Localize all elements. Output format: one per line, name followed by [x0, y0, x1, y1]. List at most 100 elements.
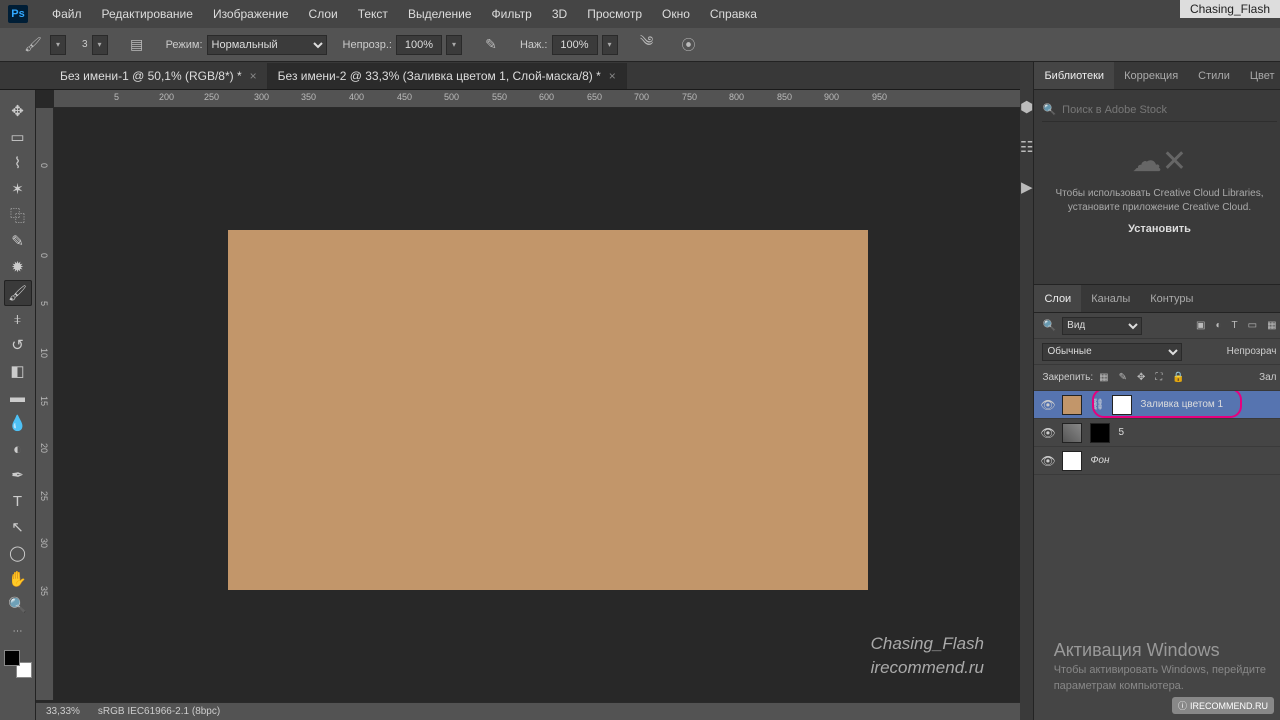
tab-color[interactable]: Цвет: [1240, 62, 1280, 89]
pressure-size-icon[interactable]: ⦿: [676, 32, 702, 58]
layer-mask-thumbnail[interactable]: [1112, 395, 1132, 415]
menu-select[interactable]: Выделение: [398, 7, 482, 21]
brush-picker-dropdown[interactable]: ▾: [92, 35, 108, 55]
filter-shape-icon[interactable]: ▭: [1248, 320, 1257, 331]
lasso-tool[interactable]: ⌇: [4, 150, 32, 176]
search-icon: 🔍: [1042, 103, 1056, 116]
pressure-opacity-icon[interactable]: ✎: [478, 32, 504, 58]
tab-adjustments[interactable]: Коррекция: [1114, 62, 1188, 89]
layer-mask-thumbnail[interactable]: [1090, 423, 1110, 443]
menu-help[interactable]: Справка: [700, 7, 767, 21]
flow-value[interactable]: 100%: [552, 35, 598, 55]
close-icon[interactable]: ×: [250, 69, 257, 83]
lock-pixels-icon[interactable]: ✎: [1119, 372, 1127, 383]
activation-line1: Чтобы активировать Windows, перейдите: [1054, 663, 1266, 678]
document-canvas[interactable]: [228, 230, 868, 590]
type-tool[interactable]: T: [4, 488, 32, 514]
search-icon[interactable]: 🔍: [1042, 319, 1056, 332]
libraries-msg1: Чтобы использовать Creative Cloud Librar…: [1056, 187, 1264, 201]
lock-position-icon[interactable]: ✥: [1137, 372, 1145, 383]
filter-type-icon[interactable]: T: [1232, 320, 1238, 331]
fg-color[interactable]: [4, 650, 20, 666]
brush-panel-icon[interactable]: ▤: [124, 32, 150, 58]
layer-name[interactable]: 5: [1118, 427, 1124, 438]
play-icon[interactable]: ▶: [1021, 178, 1033, 196]
airbrush-icon[interactable]: ༄: [634, 32, 660, 58]
blur-tool[interactable]: 💧: [4, 410, 32, 436]
zoom-tool[interactable]: 🔍: [4, 592, 32, 618]
healing-tool[interactable]: ✹: [4, 254, 32, 280]
watermark: Chasing_Flashirecommend.ru: [871, 632, 984, 680]
marquee-tool[interactable]: ▭: [4, 124, 32, 150]
tab-channels[interactable]: Каналы: [1081, 285, 1140, 312]
flow-label: Наж.:: [520, 39, 548, 51]
layer-name[interactable]: Заливка цветом 1: [1140, 399, 1223, 410]
install-link[interactable]: Установить: [1128, 223, 1191, 235]
windows-activation-overlay: Активация Windows Чтобы активировать Win…: [1054, 638, 1266, 694]
stock-search[interactable]: 🔍 Поиск в Adobe Stock: [1042, 98, 1276, 122]
canvas-area[interactable]: 5200 250300 350400 450500 550600 650700 …: [36, 90, 1020, 720]
zoom-level[interactable]: 33,33%: [46, 706, 80, 717]
cube-3d-icon[interactable]: ⬢: [1020, 98, 1033, 116]
quick-select-tool[interactable]: ✶: [4, 176, 32, 202]
brush-size-value[interactable]: 3: [82, 39, 88, 50]
tab-libraries[interactable]: Библиотеки: [1034, 62, 1114, 89]
layer-thumbnail[interactable]: [1062, 395, 1082, 415]
tool-preset-dropdown[interactable]: ▾: [50, 35, 66, 55]
tab-styles[interactable]: Стили: [1188, 62, 1240, 89]
history-brush-tool[interactable]: ↺: [4, 332, 32, 358]
edit-toolbar[interactable]: ⋯: [4, 618, 32, 644]
filter-smart-icon[interactable]: ▦: [1267, 320, 1276, 331]
pen-tool[interactable]: ✒: [4, 462, 32, 488]
menu-image[interactable]: Изображение: [203, 7, 299, 21]
dodge-tool[interactable]: ◐: [4, 436, 32, 462]
doc-tab-1[interactable]: Без имени-1 @ 50,1% (RGB/8*) * ×: [50, 63, 268, 89]
path-select-tool[interactable]: ↖: [4, 514, 32, 540]
menu-window[interactable]: Окно: [652, 7, 700, 21]
menu-3d[interactable]: 3D: [542, 7, 577, 21]
eraser-tool[interactable]: ◧: [4, 358, 32, 384]
opacity-value[interactable]: 100%: [396, 35, 442, 55]
layer-thumbnail[interactable]: [1062, 451, 1082, 471]
tab-paths[interactable]: Контуры: [1140, 285, 1203, 312]
eyedropper-tool[interactable]: ✎: [4, 228, 32, 254]
lock-all-icon[interactable]: 🔒: [1172, 372, 1184, 383]
stamp-tool[interactable]: ⧧: [4, 306, 32, 332]
menu-file[interactable]: Файл: [42, 7, 92, 21]
layer-row[interactable]: 👁 5: [1034, 419, 1280, 447]
lock-transparency-icon[interactable]: ▦: [1099, 372, 1108, 383]
layer-thumbnail[interactable]: [1062, 423, 1082, 443]
shape-tool[interactable]: ◯: [4, 540, 32, 566]
filter-adjust-icon[interactable]: ◐: [1215, 320, 1221, 331]
menu-layer[interactable]: Слои: [299, 7, 348, 21]
layer-row[interactable]: 👁 ⛓ Заливка цветом 1: [1034, 391, 1280, 419]
move-tool[interactable]: ✥: [4, 98, 32, 124]
tab-layers[interactable]: Слои: [1034, 285, 1081, 312]
flow-dropdown[interactable]: ▾: [602, 35, 618, 55]
layer-name[interactable]: Фон: [1090, 455, 1109, 466]
menu-edit[interactable]: Редактирование: [92, 7, 203, 21]
layer-filter-kind[interactable]: Вид: [1062, 317, 1142, 335]
crop-tool[interactable]: ⿻: [4, 202, 32, 228]
menu-filter[interactable]: Фильтр: [482, 7, 542, 21]
hand-tool[interactable]: ✋: [4, 566, 32, 592]
visibility-icon[interactable]: 👁: [1040, 426, 1054, 440]
color-swatches[interactable]: [4, 650, 32, 678]
doc-tab-2[interactable]: Без имени-2 @ 33,3% (Заливка цветом 1, С…: [268, 63, 627, 89]
visibility-icon[interactable]: 👁: [1040, 454, 1054, 468]
blend-mode[interactable]: Обычные: [1042, 343, 1182, 361]
opacity-dropdown[interactable]: ▾: [446, 35, 462, 55]
layer-row[interactable]: 👁 Фон: [1034, 447, 1280, 475]
gradient-tool[interactable]: ▬: [4, 384, 32, 410]
menu-view[interactable]: Просмотр: [577, 7, 652, 21]
visibility-icon[interactable]: 👁: [1040, 398, 1054, 412]
close-icon[interactable]: ×: [609, 69, 616, 83]
brush-tool[interactable]: 🖌: [4, 280, 32, 306]
doc-info[interactable]: sRGB IEC61966-2.1 (8bpc): [98, 706, 220, 717]
brush-tool-icon[interactable]: 🖌: [20, 32, 46, 58]
menu-type[interactable]: Текст: [348, 7, 398, 21]
lock-artboard-icon[interactable]: ⛶: [1155, 372, 1162, 383]
properties-icon[interactable]: ☷: [1020, 138, 1033, 156]
blend-mode-select[interactable]: Нормальный: [207, 35, 327, 55]
filter-pixel-icon[interactable]: ▣: [1196, 320, 1205, 331]
